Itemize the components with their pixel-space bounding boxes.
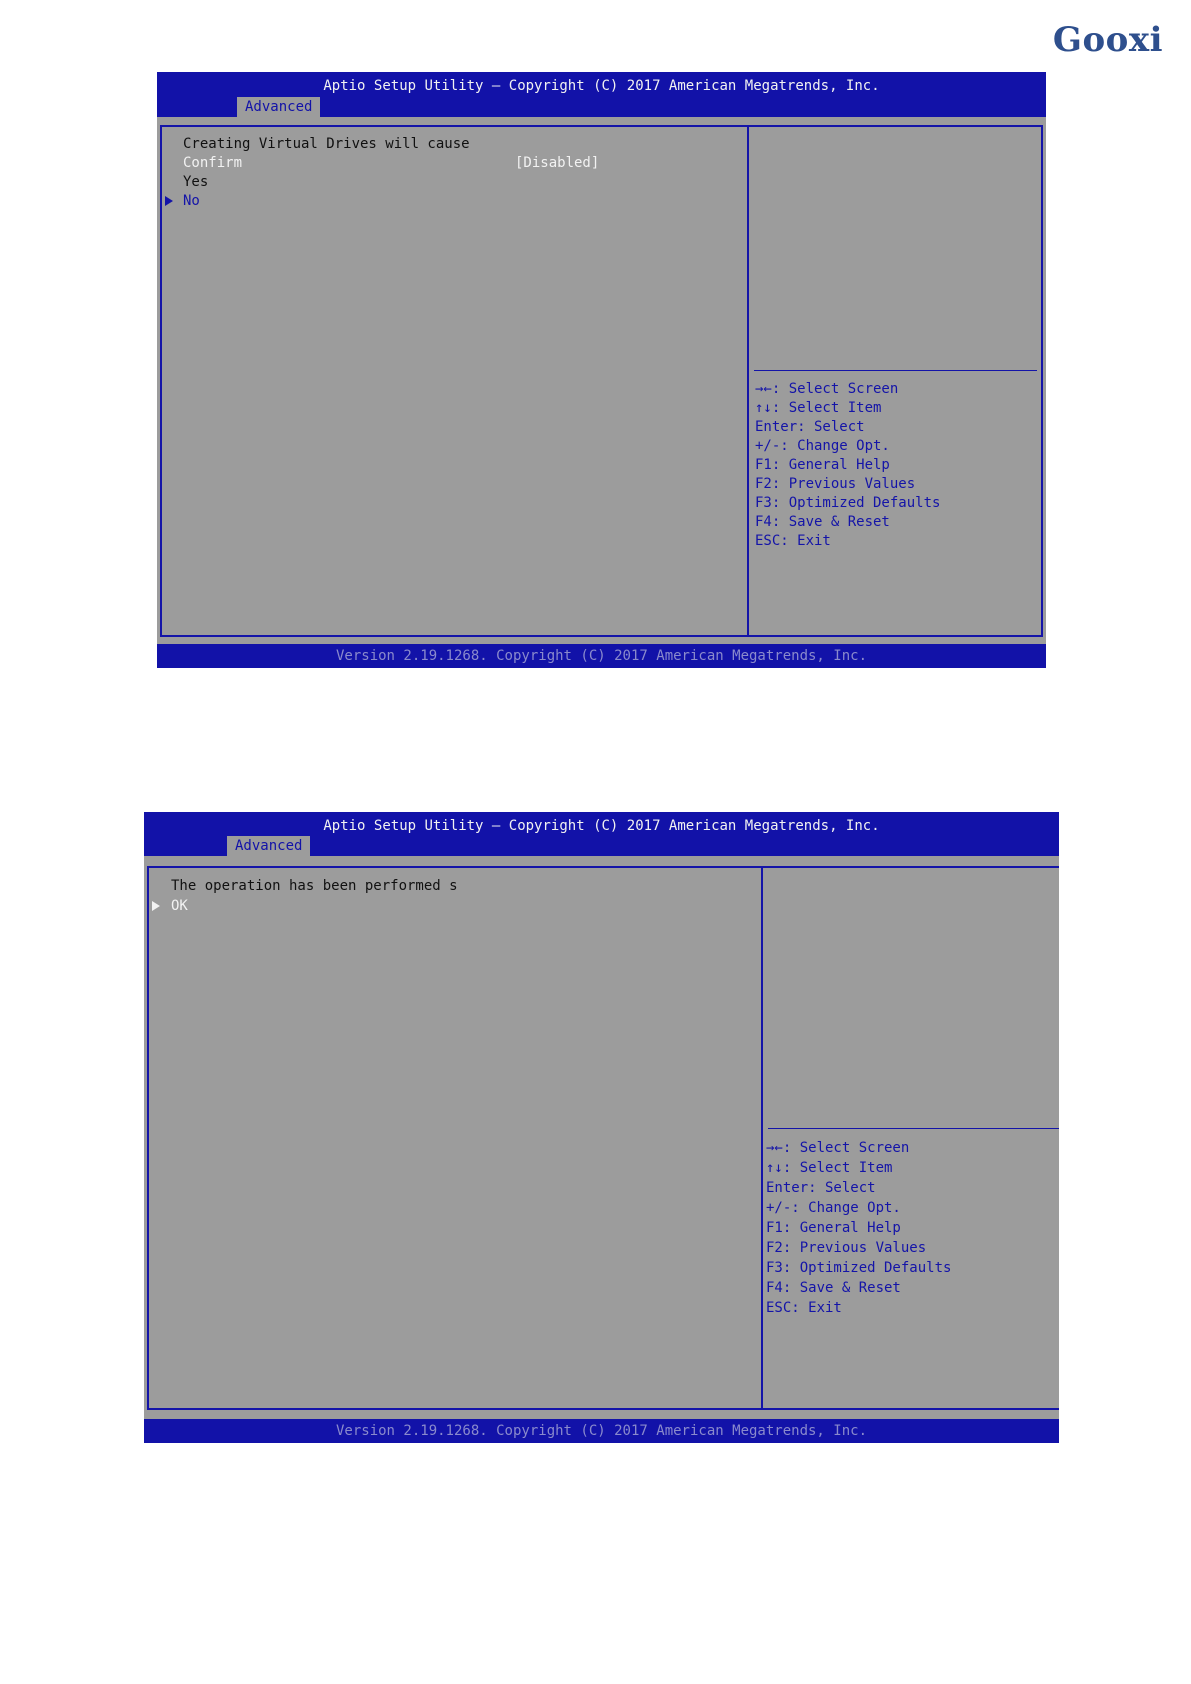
message-text: The operation has been performed s bbox=[171, 878, 458, 894]
option-ok[interactable]: OK bbox=[171, 898, 188, 914]
confirm-label[interactable]: Confirm bbox=[183, 155, 242, 171]
bios-version-footer: Version 2.19.1268. Copyright (C) 2017 Am… bbox=[157, 644, 1046, 668]
help-select-item: ↑↓: Select Item bbox=[766, 1160, 893, 1176]
tab-advanced[interactable]: Advanced bbox=[227, 836, 311, 856]
help-optimized-defaults: F3: Optimized Defaults bbox=[755, 495, 941, 511]
help-previous-values: F2: Previous Values bbox=[766, 1240, 927, 1256]
help-previous-values: F2: Previous Values bbox=[755, 476, 916, 492]
message-text: Creating Virtual Drives will cause bbox=[183, 136, 470, 152]
help-change-opt: +/-: Change Opt. bbox=[755, 438, 890, 454]
confirm-value[interactable]: [Disabled] bbox=[515, 155, 599, 171]
help-change-opt: +/-: Change Opt. bbox=[766, 1200, 901, 1216]
help-general-help: F1: General Help bbox=[755, 457, 890, 473]
selection-arrow-icon bbox=[165, 196, 173, 206]
selection-arrow-icon bbox=[152, 901, 160, 911]
option-no[interactable]: No bbox=[183, 193, 200, 209]
bios-screenshot-create-virtual-drive: Aptio Setup Utility – Copyright (C) 2017… bbox=[157, 72, 1046, 668]
help-general-help: F1: General Help bbox=[766, 1220, 901, 1236]
bios-main-frame bbox=[160, 125, 1043, 637]
help-select-item: ↑↓: Select Item bbox=[755, 400, 882, 416]
bios-title-bar: Aptio Setup Utility – Copyright (C) 2017… bbox=[144, 812, 1059, 856]
help-select-screen: →←: Select Screen bbox=[755, 381, 899, 397]
bios-title: Aptio Setup Utility – Copyright (C) 2017… bbox=[323, 78, 880, 94]
help-esc-exit: ESC: Exit bbox=[755, 533, 831, 549]
bios-screenshot-operation-performed: Aptio Setup Utility – Copyright (C) 2017… bbox=[144, 812, 1059, 1443]
option-yes[interactable]: Yes bbox=[183, 174, 208, 190]
help-separator bbox=[754, 370, 1037, 371]
bios-panel-divider bbox=[747, 125, 749, 637]
help-save-reset: F4: Save & Reset bbox=[766, 1280, 901, 1296]
help-select-screen: →←: Select Screen bbox=[766, 1140, 910, 1156]
bios-panel-divider bbox=[761, 866, 763, 1410]
bios-title-bar: Aptio Setup Utility – Copyright (C) 2017… bbox=[157, 72, 1046, 117]
bios-version-footer: Version 2.19.1268. Copyright (C) 2017 Am… bbox=[144, 1419, 1059, 1443]
help-save-reset: F4: Save & Reset bbox=[755, 514, 890, 530]
help-optimized-defaults: F3: Optimized Defaults bbox=[766, 1260, 952, 1276]
help-enter-select: Enter: Select bbox=[755, 419, 865, 435]
help-enter-select: Enter: Select bbox=[766, 1180, 876, 1196]
gooxi-logo: Gooxi bbox=[1052, 20, 1163, 60]
tab-advanced[interactable]: Advanced bbox=[237, 97, 321, 117]
bios-main-frame bbox=[147, 866, 1059, 1410]
help-esc-exit: ESC: Exit bbox=[766, 1300, 842, 1316]
bios-title: Aptio Setup Utility – Copyright (C) 2017… bbox=[323, 818, 880, 834]
help-separator bbox=[768, 1128, 1059, 1129]
